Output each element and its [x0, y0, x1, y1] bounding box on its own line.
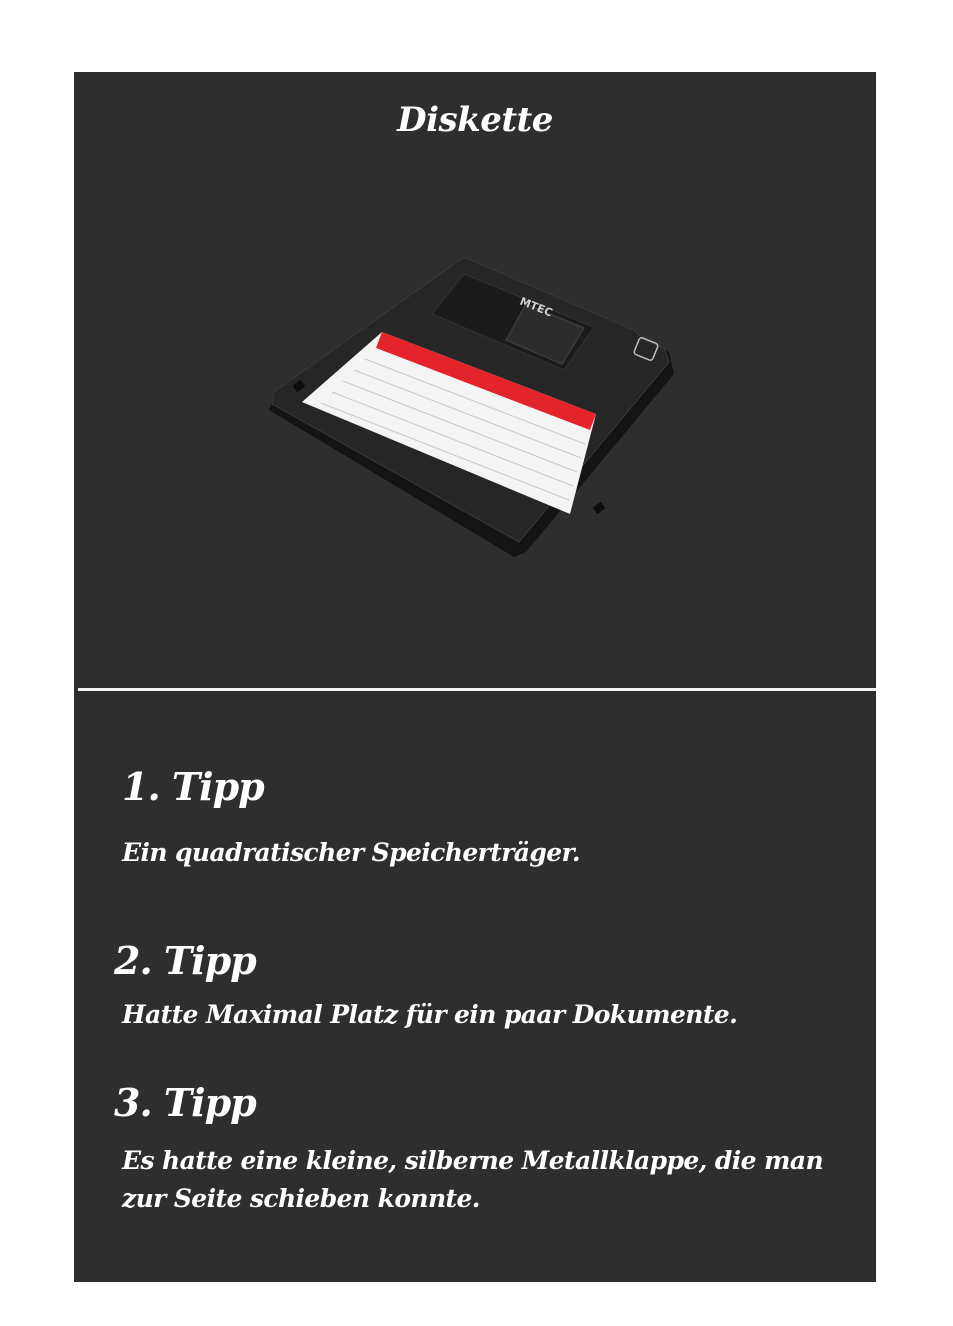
card-title: Diskette [397, 100, 553, 140]
tip-1-heading: 1. Tipp [122, 764, 265, 809]
tip-2-heading: 2. Tipp [114, 938, 257, 983]
tip-2-text: Hatte Maximal Platz für ein paar Dokumen… [122, 1000, 738, 1029]
section-divider [78, 688, 876, 691]
floppy-disk-image: MTEC [264, 252, 694, 572]
tip-1-text: Ein quadratischer Speicherträger. [122, 838, 581, 867]
tip-3-heading: 3. Tipp [114, 1080, 257, 1125]
floppy-disk-icon: MTEC [269, 256, 674, 557]
tip-3-text: Es hatte eine kleine, silberne Metallkla… [122, 1146, 824, 1213]
riddle-card: Diskette MTEC 1. Tipp Ein quadratischer … [74, 72, 876, 1282]
